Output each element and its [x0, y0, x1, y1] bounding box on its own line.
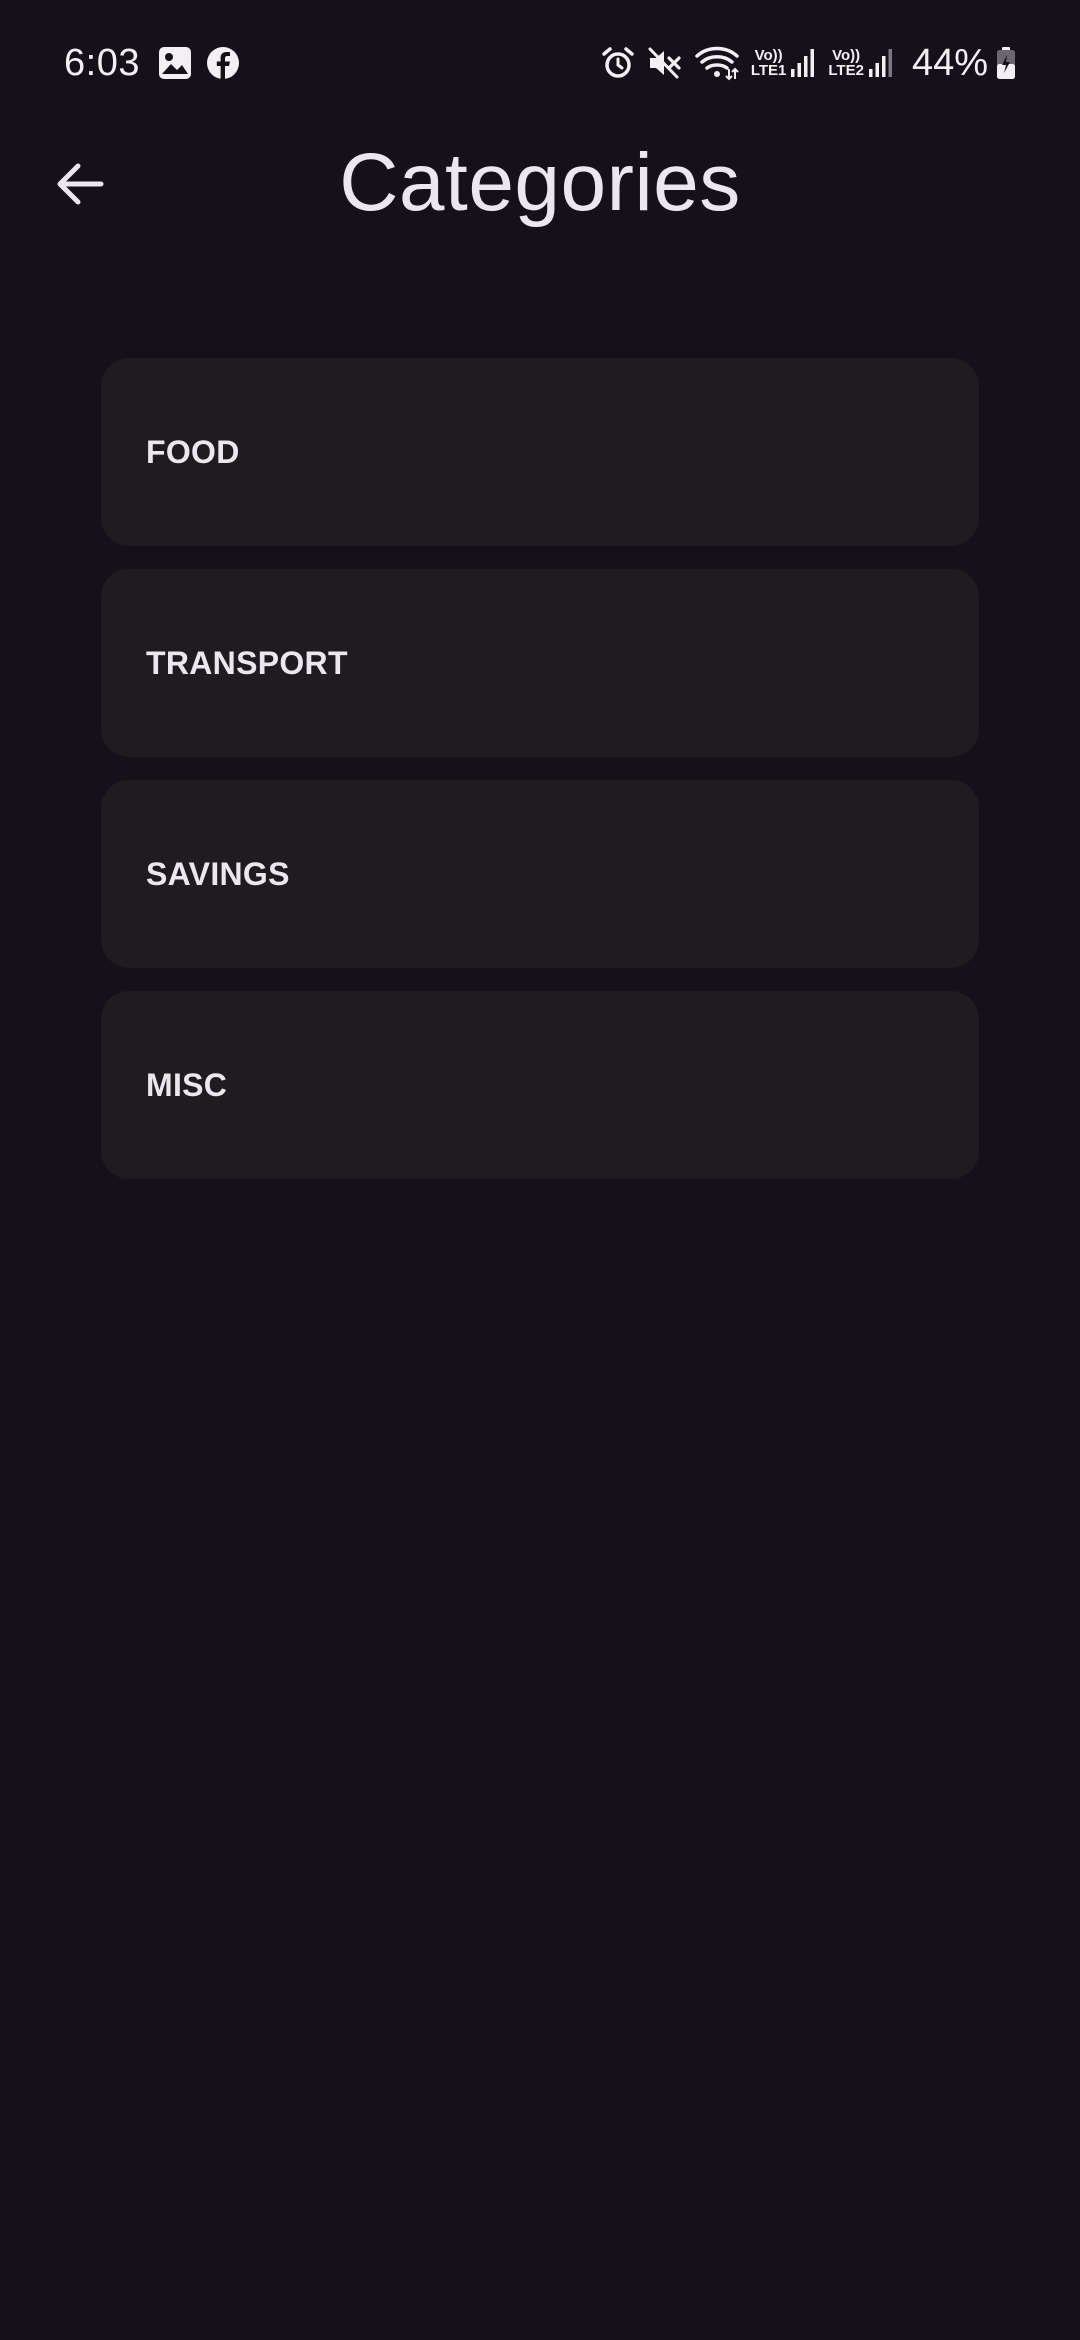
category-label: MISC [146, 1066, 228, 1103]
category-item-transport[interactable]: TRANSPORT [101, 569, 979, 757]
battery-icon [996, 46, 1016, 80]
app-header: Categories [0, 126, 1080, 236]
category-item-food[interactable]: FOOD [101, 358, 979, 546]
category-list: FOOD TRANSPORT SAVINGS MISC [101, 358, 979, 1202]
battery-percent: 44% [911, 41, 988, 84]
gallery-icon [158, 46, 192, 80]
category-label: SAVINGS [146, 855, 290, 892]
category-label: FOOD [146, 433, 240, 470]
category-label: TRANSPORT [146, 644, 348, 681]
status-bar: 6:03 Vo)) LTE1 Vo)) LTE2 44% [0, 0, 1080, 126]
facebook-icon [206, 46, 240, 80]
sim2-network: LTE2 [828, 62, 864, 79]
sim1-volte: Vo)) [754, 47, 783, 64]
sim1-network: LTE1 [750, 62, 787, 79]
category-item-savings[interactable]: SAVINGS [101, 780, 979, 968]
page-title: Categories [339, 137, 741, 228]
sim2-volte: Vo)) [832, 47, 861, 64]
status-time: 6:03 [64, 41, 140, 84]
wifi-icon [695, 45, 739, 81]
category-item-misc[interactable]: MISC [101, 991, 979, 1179]
signal-icon [868, 47, 894, 79]
mute-icon [647, 46, 683, 80]
alarm-icon [601, 46, 635, 80]
sim2-label: Vo)) LTE2 [828, 48, 864, 78]
sim1-label: Vo)) LTE1 [751, 48, 787, 78]
signal-icon [790, 47, 816, 79]
status-right: Vo)) LTE1 Vo)) LTE2 44% [601, 36, 1016, 90]
status-left: 6:03 [64, 36, 254, 90]
